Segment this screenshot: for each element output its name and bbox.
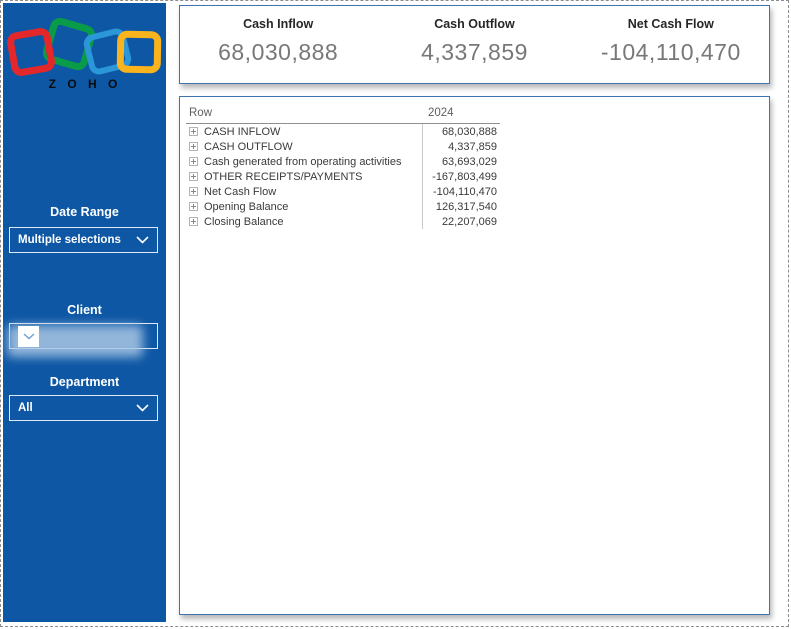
row-label: Opening Balance	[204, 200, 289, 213]
zoho-logo: Z O H O	[5, 15, 162, 93]
date-range-label: Date Range	[50, 205, 119, 219]
chevron-down-icon	[22, 332, 35, 340]
row-value: 126,317,540	[435, 200, 497, 213]
client-dropdown[interactable]	[7, 323, 158, 357]
kpi-value: 4,337,859	[421, 39, 528, 65]
matrix-header: Row 2024	[186, 103, 500, 124]
matrix-panel: Row 2024 CASH INFLOW 68,030,888 CASH OUT…	[179, 96, 770, 615]
logo-text: Z O H O	[48, 77, 122, 91]
row-label: CASH INFLOW	[204, 125, 281, 138]
row-label: Net Cash Flow	[204, 185, 277, 198]
department-label: Department	[49, 375, 120, 389]
expand-icon[interactable]	[189, 202, 198, 211]
row-label-cell: Net Cash Flow	[186, 184, 423, 199]
chevron-down-icon	[136, 236, 149, 244]
row-label-cell: Opening Balance	[186, 199, 423, 214]
chevron-down-icon	[136, 404, 149, 412]
table-row[interactable]: OTHER RECEIPTS/PAYMENTS -167,803,499	[186, 169, 500, 184]
row-label: Closing Balance	[204, 215, 284, 228]
matrix-body: CASH INFLOW 68,030,888 CASH OUTFLOW 4,33…	[186, 124, 500, 229]
row-value: 4,337,859	[448, 140, 497, 153]
row-label: CASH OUTFLOW	[204, 140, 293, 153]
client-label: Client	[67, 303, 102, 317]
department-value: All	[18, 402, 33, 414]
row-label-cell: Cash generated from operating activities	[186, 154, 423, 169]
date-range-dropdown[interactable]: Multiple selections	[9, 227, 158, 253]
expand-icon[interactable]	[189, 172, 198, 181]
logo-red-square-icon	[5, 26, 57, 78]
row-label: OTHER RECEIPTS/PAYMENTS	[204, 170, 363, 183]
kpi-card: Net Cash Flow -104,110,470	[573, 6, 769, 83]
expand-icon[interactable]	[189, 142, 198, 151]
table-row[interactable]: Net Cash Flow -104,110,470	[186, 184, 500, 199]
row-value: 22,207,069	[441, 215, 497, 228]
row-label-cell: CASH OUTFLOW	[186, 139, 423, 154]
dashboard-page: Z O H O Date Range Multiple selections C…	[0, 0, 789, 627]
column-header-row[interactable]: Row	[186, 107, 423, 119]
table-row[interactable]: Cash generated from operating activities…	[186, 154, 500, 169]
row-value: 63,693,029	[441, 155, 497, 168]
expand-icon[interactable]	[189, 157, 198, 166]
kpi-card: Cash Inflow 68,030,888	[180, 6, 376, 83]
row-label: Cash generated from operating activities	[204, 155, 402, 168]
sidebar: Z O H O Date Range Multiple selections C…	[3, 3, 166, 622]
row-label-cell: CASH INFLOW	[186, 124, 423, 139]
expand-icon[interactable]	[189, 187, 198, 196]
row-value: 68,030,888	[441, 125, 497, 138]
row-value: -104,110,470	[432, 185, 497, 198]
kpi-card: Cash Outflow 4,337,859	[376, 6, 572, 83]
matrix-table: Row 2024 CASH INFLOW 68,030,888 CASH OUT…	[186, 103, 500, 229]
logo-yellow-square-icon	[116, 30, 162, 74]
row-label-cell: OTHER RECEIPTS/PAYMENTS	[186, 169, 423, 184]
table-row[interactable]: CASH OUTFLOW 4,337,859	[186, 139, 500, 154]
table-row[interactable]: CASH INFLOW 68,030,888	[186, 124, 500, 139]
kpi-panel: Cash Inflow 68,030,888 Cash Outflow 4,33…	[179, 5, 770, 84]
row-value: -167,803,499	[432, 170, 497, 183]
expand-icon[interactable]	[189, 127, 198, 136]
column-header-2024[interactable]: 2024	[423, 107, 454, 119]
kpi-value: 68,030,888	[218, 39, 339, 65]
kpi-value: -104,110,470	[600, 39, 741, 65]
kpi-label: Cash Outflow	[434, 17, 515, 31]
table-row[interactable]: Opening Balance 126,317,540	[186, 199, 500, 214]
kpi-label: Cash Inflow	[243, 17, 314, 31]
kpi-label: Net Cash Flow	[627, 17, 714, 31]
client-chevron-box	[18, 325, 39, 347]
row-label-cell: Closing Balance	[186, 214, 423, 229]
department-dropdown[interactable]: All	[9, 395, 158, 421]
table-row[interactable]: Closing Balance 22,207,069	[186, 214, 500, 229]
date-range-value: Multiple selections	[18, 234, 121, 246]
expand-icon[interactable]	[189, 217, 198, 226]
